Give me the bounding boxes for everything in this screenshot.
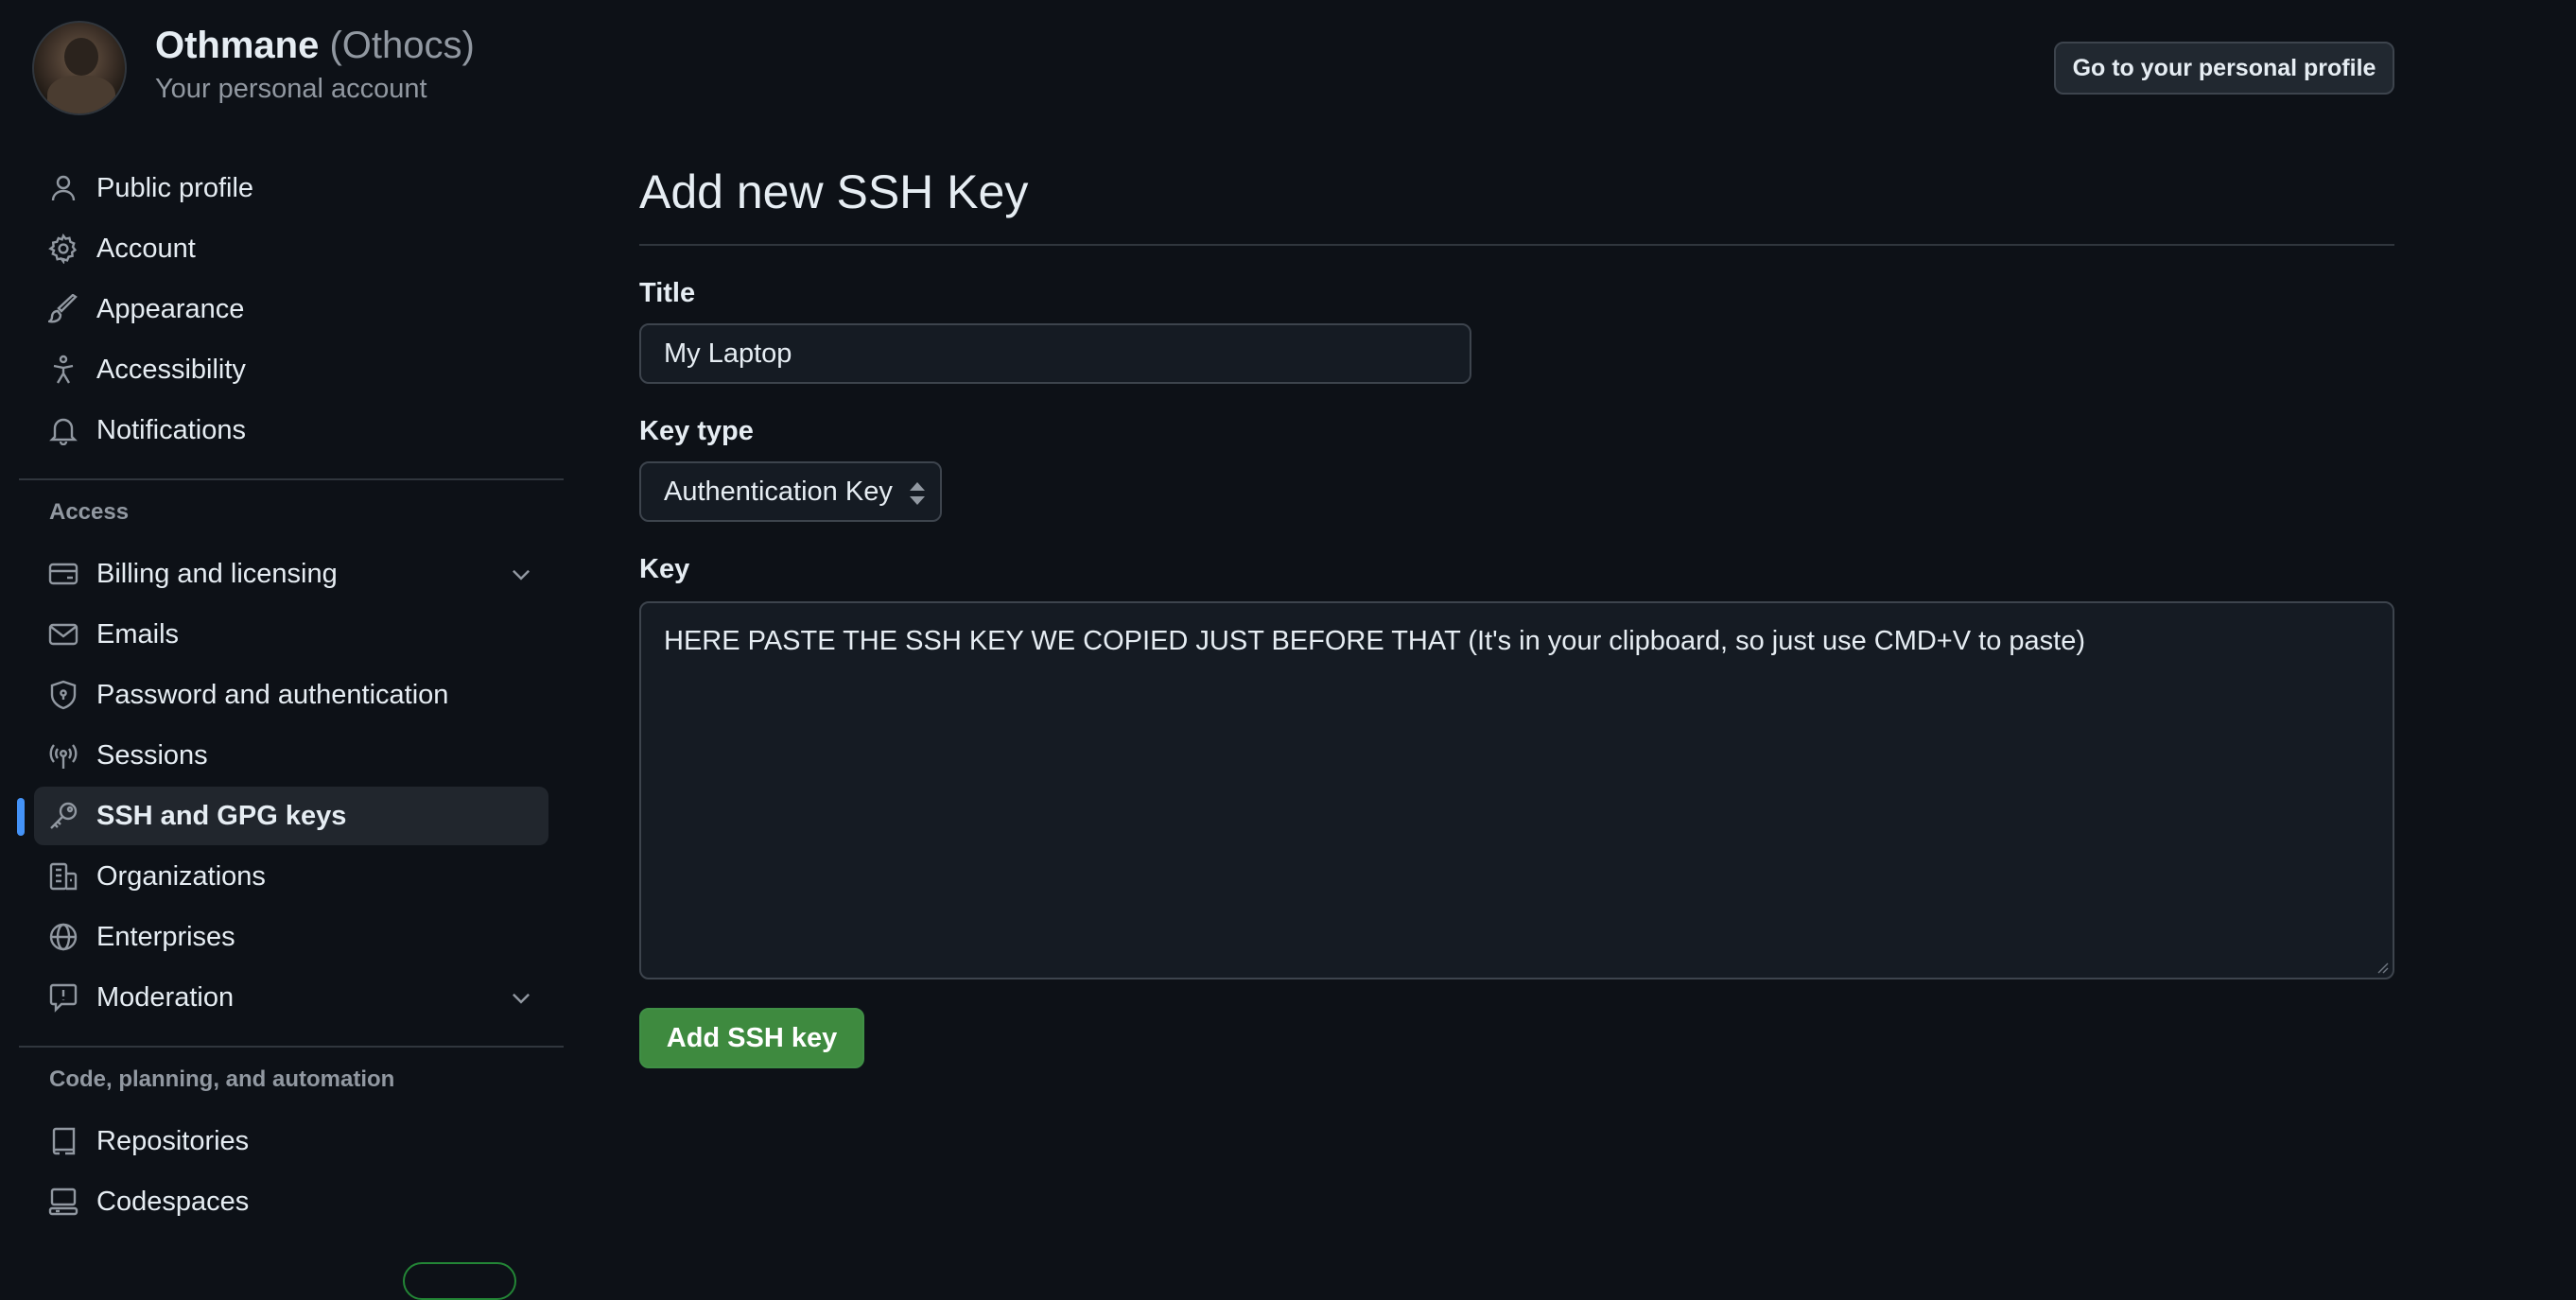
key-type-select[interactable]: Authentication Key: [639, 461, 942, 522]
sidebar-item-label: Codespaces: [96, 1186, 250, 1217]
sidebar-item-codespaces[interactable]: Codespaces: [34, 1172, 548, 1231]
bell-icon: [47, 414, 79, 446]
sidebar-item-public-profile[interactable]: Public profile: [34, 159, 548, 217]
section-label-code: Code, planning, and automation: [49, 1066, 395, 1092]
sidebar-item-label: Notifications: [96, 414, 246, 445]
sidebar-item-label: Emails: [96, 618, 180, 650]
repo-icon: [47, 1125, 79, 1157]
sidebar-divider: [19, 1046, 564, 1048]
select-arrows-icon: [910, 482, 925, 505]
sidebar-item-label: Accessibility: [96, 354, 246, 385]
sidebar-item-accessibility[interactable]: Accessibility: [34, 340, 548, 399]
shield-lock-icon: [47, 679, 79, 711]
sidebar-item-password-auth[interactable]: Password and authentication: [34, 666, 548, 724]
add-ssh-key-form: Add new SSH Key Title My Laptop Key type…: [639, 159, 2394, 1068]
person-icon: [47, 172, 79, 204]
broadcast-icon: [47, 739, 79, 771]
sidebar-item-label: Repositories: [96, 1125, 250, 1156]
globe-icon: [47, 921, 79, 953]
sidebar-item-ssh-gpg-keys[interactable]: SSH and GPG keys: [17, 787, 548, 845]
title-field-label: Title: [639, 278, 696, 308]
mail-icon: [47, 618, 79, 650]
sidebar-item-label: Password and authentication: [96, 679, 449, 710]
key-field-label: Key: [639, 554, 690, 584]
title-input[interactable]: My Laptop: [639, 323, 1471, 384]
sidebar-item-label: Enterprises: [96, 921, 235, 952]
key-textarea-value: HERE PASTE THE SSH KEY WE COPIED JUST BE…: [664, 626, 2085, 656]
sidebar-item-organizations[interactable]: Organizations: [34, 847, 548, 906]
title-divider: [639, 244, 2394, 246]
status-badge: [403, 1262, 516, 1300]
account-handle: (Othocs): [329, 25, 475, 66]
go-to-profile-button[interactable]: Go to your personal profile: [2054, 42, 2394, 95]
key-type-value: Authentication Key: [664, 476, 893, 507]
sidebar-item-label: Organizations: [96, 860, 266, 892]
add-ssh-key-button[interactable]: Add SSH key: [639, 1008, 864, 1068]
sidebar-item-billing[interactable]: Billing and licensing: [34, 545, 548, 603]
key-type-label: Key type: [639, 416, 754, 446]
sidebar-item-label: Billing and licensing: [96, 558, 338, 589]
key-icon: [47, 800, 79, 832]
sidebar-item-label: Account: [96, 233, 196, 264]
sidebar-item-sessions[interactable]: Sessions: [34, 726, 548, 785]
section-label-access: Access: [49, 499, 130, 525]
page-title: Add new SSH Key: [639, 165, 1029, 218]
account-subtitle: Your personal account: [155, 74, 427, 104]
chevron-down-icon[interactable]: [509, 562, 533, 586]
chevron-down-icon[interactable]: [509, 985, 533, 1010]
sidebar-item-label: Public profile: [96, 172, 254, 203]
account-display-name: Othmane: [155, 25, 320, 66]
avatar[interactable]: [32, 21, 127, 115]
sidebar-item-account[interactable]: Account: [34, 219, 548, 278]
gear-icon: [47, 233, 79, 265]
sidebar-item-label: Sessions: [96, 739, 208, 771]
sidebar-item-label: SSH and GPG keys: [96, 800, 347, 831]
sidebar-item-label: Moderation: [96, 981, 235, 1013]
report-icon: [47, 981, 79, 1014]
account-name: Othmane (Othocs): [155, 25, 475, 67]
resize-grip-icon[interactable]: [2374, 959, 2389, 974]
key-textarea[interactable]: HERE PASTE THE SSH KEY WE COPIED JUST BE…: [639, 601, 2394, 979]
sidebar-item-label: Appearance: [96, 293, 245, 324]
organization-icon: [47, 860, 79, 893]
settings-sidebar: Public profile Account Appearance Access…: [17, 157, 564, 1233]
accessibility-icon: [47, 354, 79, 386]
sidebar-item-repositories[interactable]: Repositories: [34, 1112, 548, 1170]
sidebar-item-notifications[interactable]: Notifications: [34, 401, 548, 459]
sidebar-item-moderation[interactable]: Moderation: [34, 968, 548, 1027]
sidebar-item-appearance[interactable]: Appearance: [34, 280, 548, 338]
codespaces-icon: [47, 1186, 79, 1218]
sidebar-divider: [19, 478, 564, 480]
paintbrush-icon: [47, 293, 79, 325]
credit-card-icon: [47, 558, 79, 590]
sidebar-item-enterprises[interactable]: Enterprises: [34, 908, 548, 966]
sidebar-item-emails[interactable]: Emails: [34, 605, 548, 664]
